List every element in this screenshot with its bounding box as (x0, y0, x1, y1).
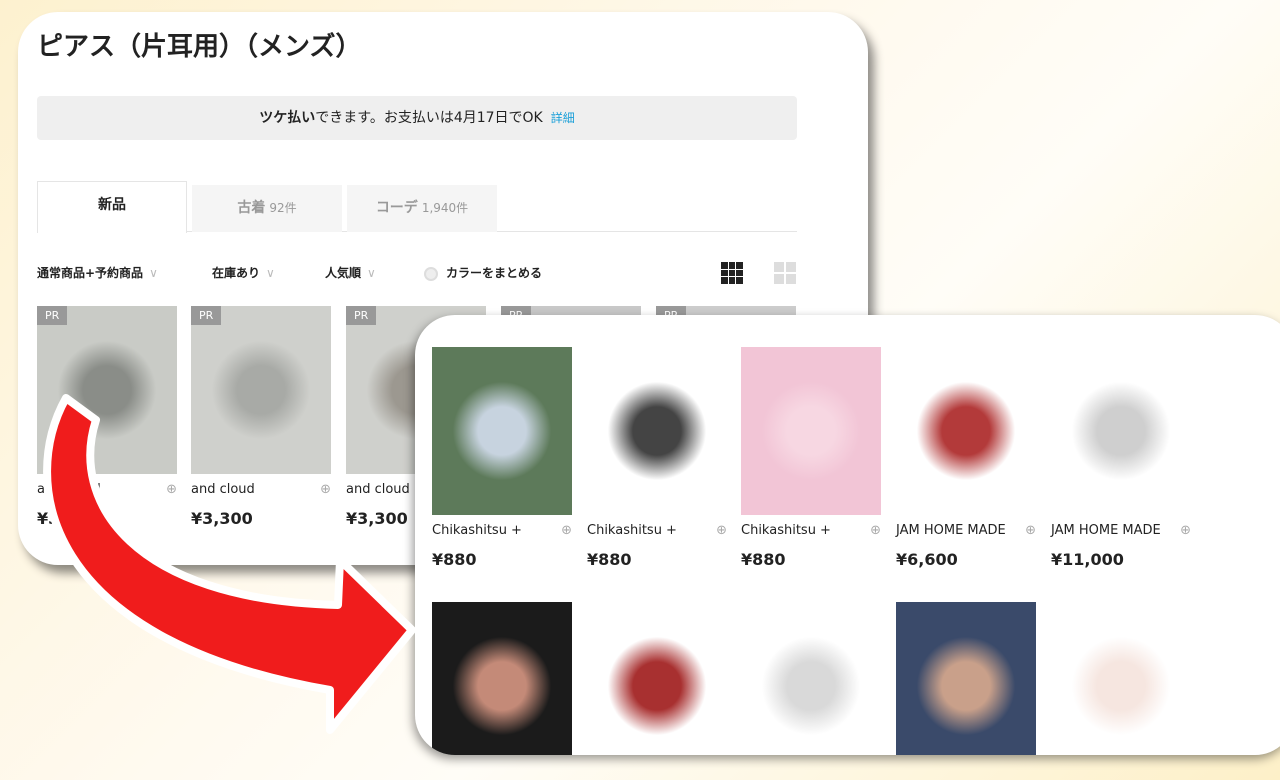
red-arrow-icon (43, 394, 416, 734)
arrow-shape (43, 394, 416, 734)
